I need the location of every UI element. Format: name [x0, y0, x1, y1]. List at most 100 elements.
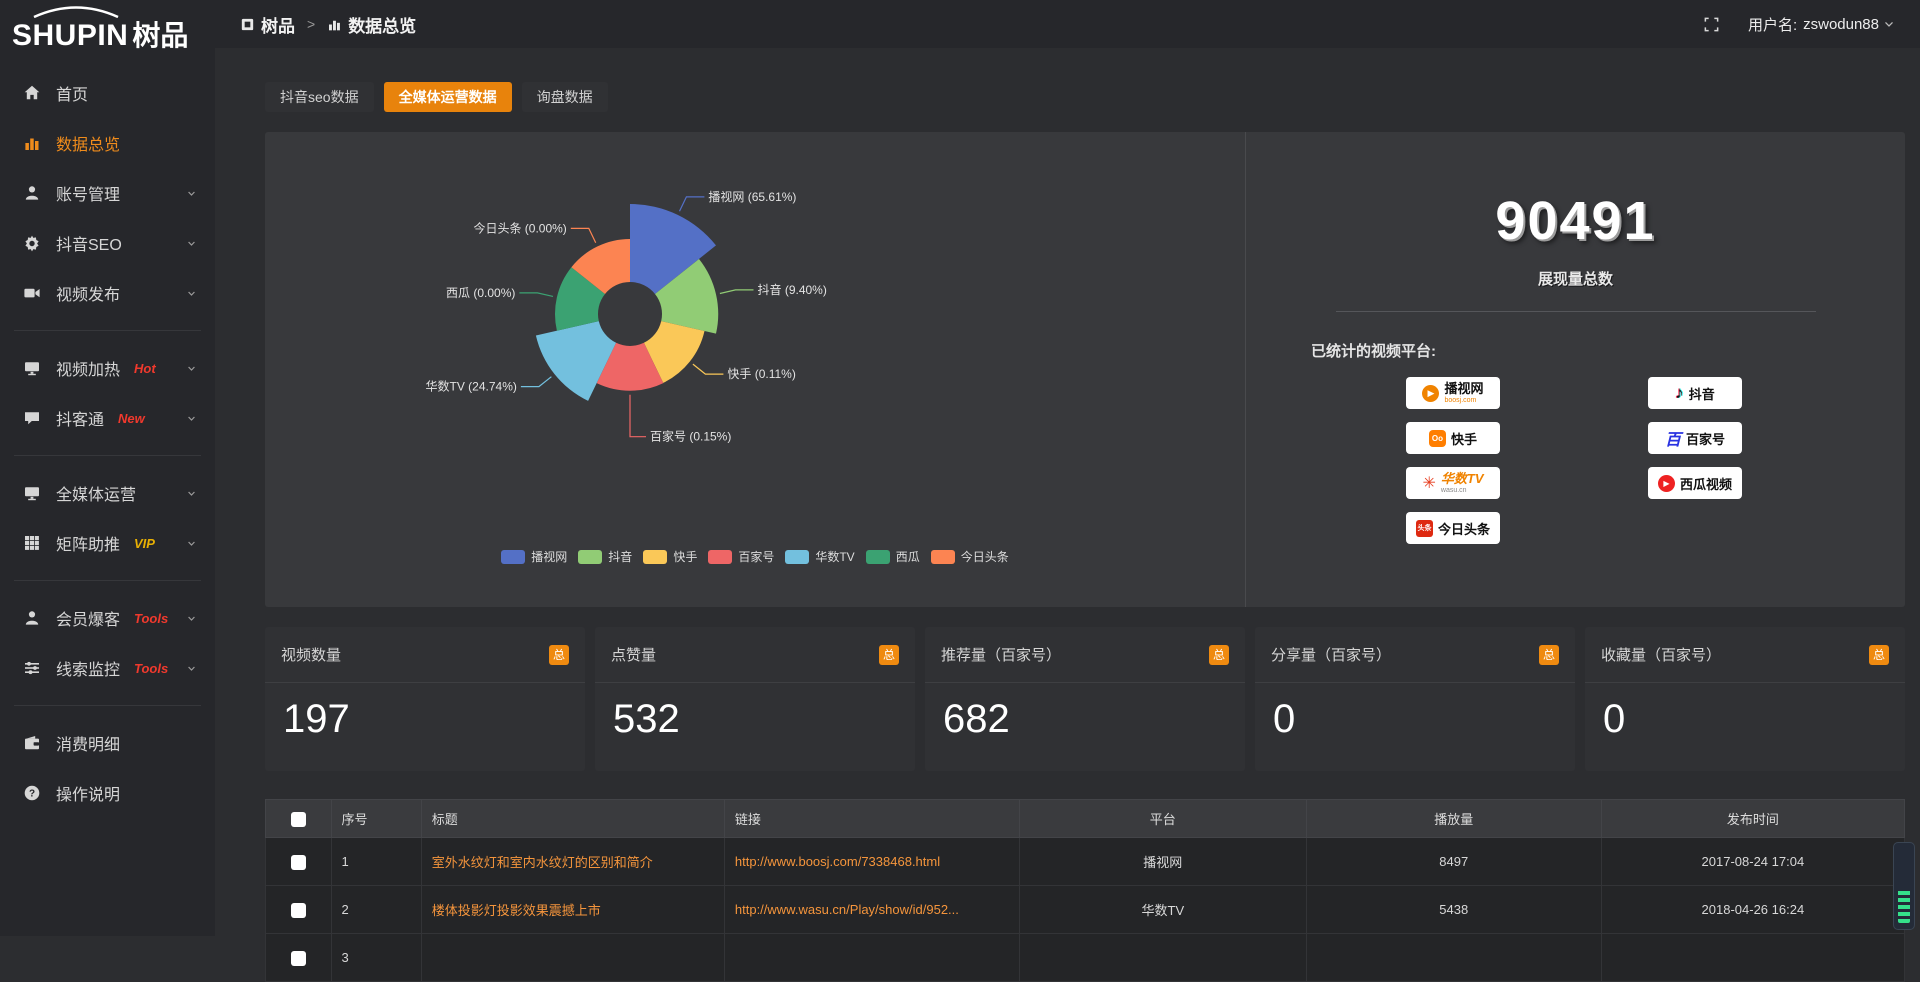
total-badge[interactable]: 总	[549, 645, 569, 665]
sidebar-badge: New	[118, 411, 145, 426]
bar-chart-icon	[327, 17, 342, 32]
label-connector	[521, 377, 552, 387]
sidebar-item-7[interactable]: 全媒体运营	[0, 468, 215, 518]
label-connector	[680, 197, 705, 211]
sidebar-item-9[interactable]: 会员爆客Tools	[0, 593, 215, 643]
table-row-1: 2楼体投影灯投影效果震撼上市http://www.wasu.cn/Play/sh…	[266, 886, 1905, 934]
legend-item-5[interactable]: 西瓜	[866, 548, 920, 565]
legend-item-6[interactable]: 今日头条	[931, 548, 1009, 565]
videos-table: 序号标题链接平台播放量发布时间 1室外水纹灯和室内水纹灯的区别和简介http:/…	[265, 799, 1905, 982]
breadcrumb-root[interactable]: 树品	[261, 12, 295, 37]
tab-1[interactable]: 全媒体运营数据	[384, 82, 512, 112]
platforms-grid: ▶播视网boosj.com♪抖音Oo快手百百家号✳华数TVwasu.cn▶西瓜视…	[1406, 377, 1905, 544]
platform-badge-xigua: ▶西瓜视频	[1648, 467, 1742, 499]
scroll-indicator-widget[interactable]	[1893, 842, 1915, 930]
chat-icon	[22, 409, 42, 427]
legend-item-0[interactable]: 播视网	[501, 548, 567, 565]
stat-card-value: 0	[1585, 683, 1905, 742]
pie-slice-4[interactable]	[536, 321, 616, 401]
sidebar-item-label: 首页	[56, 81, 88, 105]
stat-card-value: 0	[1255, 683, 1575, 742]
stat-card-value: 197	[265, 683, 585, 742]
total-badge[interactable]: 总	[879, 645, 899, 665]
row-checkbox[interactable]	[291, 903, 306, 918]
cell-link[interactable]: http://www.wasu.cn/Play/show/id/952...	[724, 886, 1019, 934]
sidebar-item-label: 会员爆客	[56, 606, 120, 630]
breadcrumb-current[interactable]: 数据总览	[348, 12, 416, 37]
row-checkbox[interactable]	[291, 951, 306, 966]
sidebar-item-4[interactable]: 视频发布	[0, 268, 215, 318]
overview-panel: 播视网 (65.61%)抖音 (9.40%)快手 (0.11%)百家号 (0.1…	[265, 132, 1905, 607]
sidebar-item-12[interactable]: ?操作说明	[0, 768, 215, 818]
total-badge[interactable]: 总	[1209, 645, 1229, 665]
cell-platform: 华数TV	[1019, 886, 1306, 934]
label-connector	[720, 290, 754, 294]
legend-item-4[interactable]: 华数TV	[785, 548, 854, 565]
column-header-2: 链接	[724, 800, 1019, 838]
cell-title[interactable]: 室外水纹灯和室内水纹灯的区别和简介	[421, 838, 724, 886]
cell-plays	[1306, 934, 1601, 982]
stat-card-value: 532	[595, 683, 915, 742]
row-checkbox[interactable]	[291, 855, 306, 870]
cell-no: 3	[331, 934, 421, 982]
bars-icon	[22, 134, 42, 152]
sidebar-item-label: 抖音SEO	[56, 231, 122, 255]
slice-label: 百家号 (0.15%)	[650, 429, 731, 444]
slice-label: 快手 (0.11%)	[727, 367, 795, 381]
cell-link[interactable]	[724, 934, 1019, 982]
chevron-down-icon	[184, 186, 199, 201]
column-header-4: 播放量	[1306, 800, 1601, 838]
fullscreen-icon[interactable]	[1703, 16, 1720, 33]
cell-title[interactable]: 楼体投影灯投影效果震撼上市	[421, 886, 724, 934]
sidebar-item-2[interactable]: 账号管理	[0, 168, 215, 218]
cell-time	[1601, 934, 1904, 982]
sidebar-item-label: 消费明细	[56, 731, 120, 755]
kuaishou-logo-icon: Oo	[1429, 430, 1446, 447]
grid-icon	[22, 534, 42, 552]
cell-time: 2018-04-26 16:24	[1601, 886, 1904, 934]
screen-icon	[22, 359, 42, 377]
legend-item-3[interactable]: 百家号	[708, 548, 774, 565]
select-all-checkbox[interactable]	[291, 812, 306, 827]
total-badge[interactable]: 总	[1539, 645, 1559, 665]
total-badge[interactable]: 总	[1869, 645, 1889, 665]
sidebar-item-1[interactable]: 数据总览	[0, 118, 215, 168]
sidebar-item-label: 线索监控	[56, 656, 120, 680]
tab-0[interactable]: 抖音seo数据	[265, 82, 374, 112]
sidebar-item-11[interactable]: 消费明细	[0, 718, 215, 768]
sidebar-item-3[interactable]: 抖音SEO	[0, 218, 215, 268]
app-logo: SHUPIN树品	[0, 0, 215, 62]
platform-badge-baijia: 百百家号	[1648, 422, 1742, 454]
tab-2[interactable]: 询盘数据	[522, 82, 608, 112]
sidebar-item-label: 抖客通	[56, 406, 104, 430]
sidebar-item-label: 全媒体运营	[56, 481, 136, 505]
cell-link[interactable]: http://www.boosj.com/7338468.html	[724, 838, 1019, 886]
chevron-down-icon	[184, 486, 199, 501]
stat-card-label: 分享量（百家号）	[1271, 644, 1391, 665]
cell-title[interactable]	[421, 934, 724, 982]
cell-platform	[1019, 934, 1306, 982]
username-value[interactable]: zswodun88	[1803, 16, 1879, 33]
xigua-logo-icon: ▶	[1658, 475, 1675, 492]
legend-item-2[interactable]: 快手	[643, 548, 697, 565]
chevron-down-icon[interactable]	[1882, 17, 1896, 31]
header-checkbox-cell	[266, 800, 332, 838]
rose-chart[interactable]: 播视网 (65.61%)抖音 (9.40%)快手 (0.11%)百家号 (0.1…	[265, 144, 1225, 509]
platform-badge-kuaishou: Oo快手	[1406, 422, 1500, 454]
sidebar-item-0[interactable]: 首页	[0, 68, 215, 118]
sidebar-item-label: 数据总览	[56, 131, 120, 155]
chevron-down-icon	[184, 236, 199, 251]
baijiahao-logo-icon: 百	[1665, 426, 1681, 450]
sidebar-divider	[14, 580, 201, 581]
sidebar-item-10[interactable]: 线索监控Tools	[0, 643, 215, 693]
slice-label: 播视网 (65.61%)	[708, 189, 796, 204]
sidebar-item-8[interactable]: 矩阵助推VIP	[0, 518, 215, 568]
legend-label: 华数TV	[815, 548, 854, 565]
username-label: 用户名:	[1748, 14, 1797, 35]
sidebar-item-6[interactable]: 抖客通 New	[0, 393, 215, 443]
label-connector	[693, 364, 724, 374]
stat-card-header: 推荐量（百家号）总	[925, 627, 1245, 683]
sidebar-divider	[14, 330, 201, 331]
sidebar-item-5[interactable]: 视频加热Hot	[0, 343, 215, 393]
legend-item-1[interactable]: 抖音	[578, 548, 632, 565]
